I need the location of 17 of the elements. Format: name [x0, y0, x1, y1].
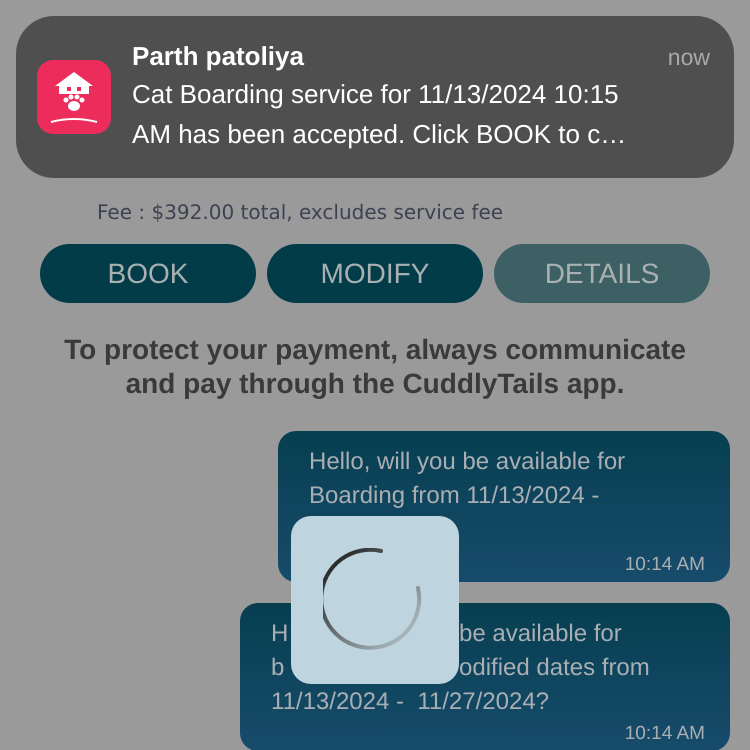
message-text: b	[271, 653, 286, 683]
action-button[interactable]: BOOK	[40, 244, 256, 303]
notification-text: Cat Boarding service for 11/13/2024 10:15 AM has been accepted. Click BOOK to c…	[132, 78, 628, 150]
app-icon	[37, 60, 111, 134]
notification-time: now	[668, 44, 710, 70]
fee-text: Fee : $392.00 total, excludes service fee	[97, 200, 504, 224]
message-text: H	[271, 619, 290, 649]
message-text: be available for	[459, 619, 622, 649]
notification-banner[interactable]: Parth patoliya now Cat Boarding service for 11/13/2024 10:15 AM has been accepted. Click BOOK to c…	[16, 16, 734, 178]
sender-name: Parth patoliya	[132, 40, 304, 72]
message-text: 11/13/2024 - 11/27/2024?	[271, 687, 550, 717]
notice-text: To protect your payment, always communicate and pay through the CuddlyTails app.	[63, 333, 687, 401]
message-text: Hello, will you be available for Boarding from 11/13/2024 -	[309, 447, 626, 511]
action-button[interactable]: MODIFY	[267, 244, 483, 303]
message-time: 10:14 AM	[624, 723, 705, 745]
message-time: 10:14 AM	[624, 554, 705, 576]
message-text: odified dates from	[459, 653, 650, 683]
